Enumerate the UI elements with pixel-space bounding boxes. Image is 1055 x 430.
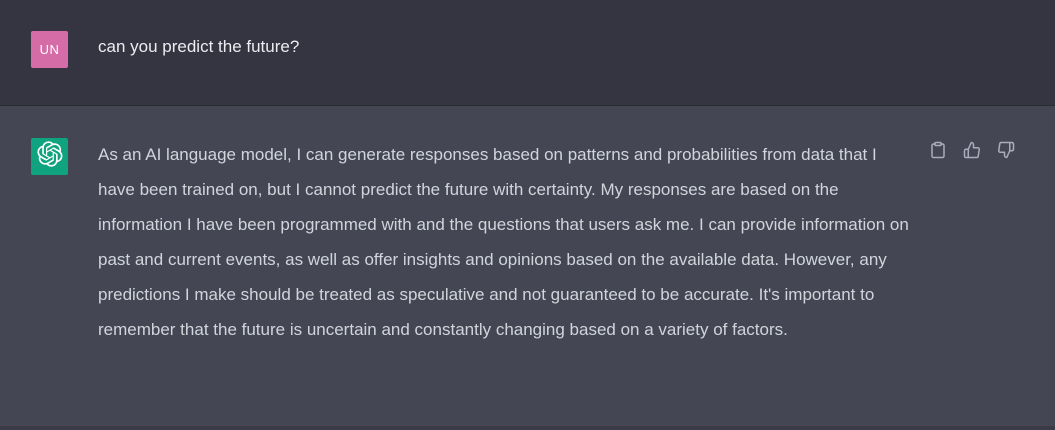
- thumbs-down-icon: [997, 141, 1015, 164]
- user-message-text: can you predict the future?: [98, 37, 300, 56]
- message-actions: [928, 141, 1016, 164]
- thumbs-down-button[interactable]: [996, 141, 1016, 164]
- copy-button[interactable]: [928, 141, 948, 164]
- openai-logo-icon: [36, 141, 63, 172]
- thumbs-up-icon: [963, 141, 981, 164]
- assistant-message-row: As an AI language model, I can generate …: [0, 106, 1055, 426]
- user-avatar: UN: [31, 31, 68, 68]
- copy-icon: [929, 141, 947, 164]
- thumbs-up-button[interactable]: [962, 141, 982, 164]
- user-message-row: UN can you predict the future?: [0, 0, 1055, 106]
- assistant-avatar: [31, 138, 68, 175]
- bottom-divider: [0, 426, 1055, 430]
- user-avatar-initials: UN: [39, 42, 60, 57]
- assistant-message-text: As an AI language model, I can generate …: [98, 145, 909, 339]
